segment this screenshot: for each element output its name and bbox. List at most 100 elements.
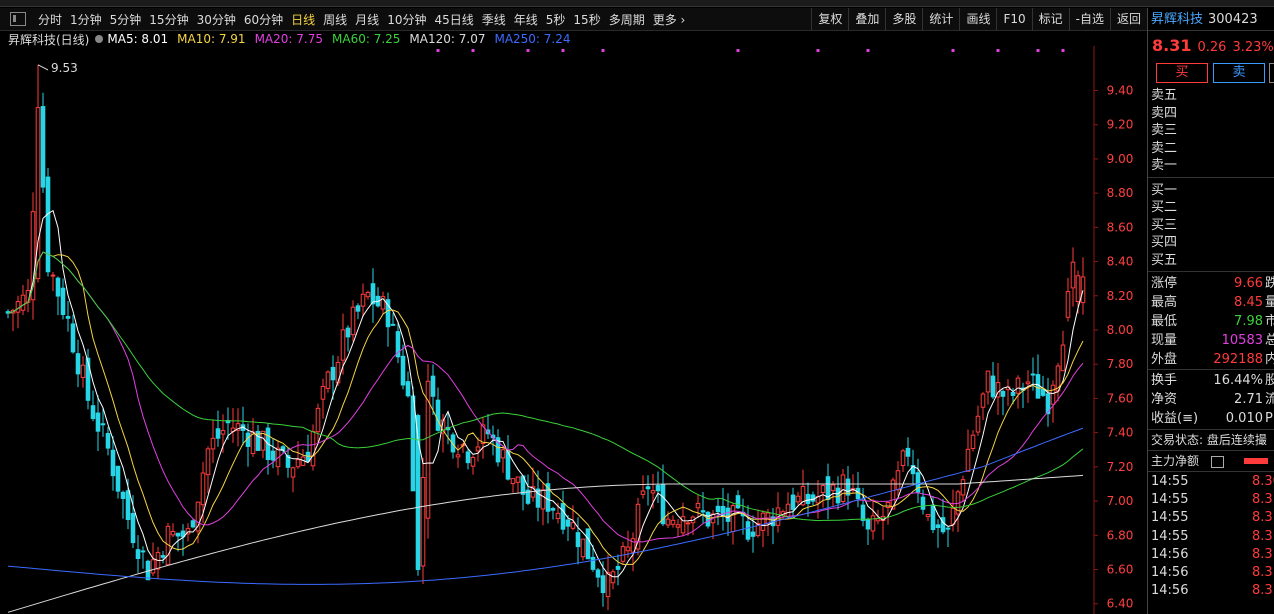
chart-tool-button[interactable]: F10 bbox=[996, 8, 1031, 30]
period-tab[interactable]: 30分钟 bbox=[193, 11, 240, 28]
ma5-line bbox=[7, 209, 1084, 578]
candle-body bbox=[935, 524, 941, 528]
period-tab[interactable]: 10分钟 bbox=[383, 11, 430, 28]
stat-value: 10583 bbox=[1221, 333, 1263, 348]
trade-buttons: 买 卖 bbox=[1148, 61, 1274, 83]
sell-level[interactable]: 卖四 bbox=[1151, 105, 1274, 123]
period-tab[interactable]: 60分钟 bbox=[240, 11, 287, 28]
buy-level[interactable]: 买四 bbox=[1151, 234, 1274, 252]
stock-period-label: 昇辉科技(日线) bbox=[8, 32, 90, 47]
candle-body bbox=[760, 512, 766, 531]
stat-value: 8.45 bbox=[1234, 295, 1263, 310]
event-marker bbox=[816, 49, 820, 52]
tick-price: 8.31 bbox=[1252, 528, 1274, 544]
candle-body bbox=[950, 507, 956, 525]
last-price: 8.31 bbox=[1152, 36, 1192, 55]
chart-tool-button[interactable]: 返回 bbox=[1109, 8, 1147, 30]
y-tick-label: 6.40 bbox=[1107, 597, 1134, 611]
stat-row: 净资 2.71流 bbox=[1148, 390, 1274, 409]
event-marker bbox=[951, 49, 955, 52]
candle-body bbox=[170, 530, 176, 536]
chart-tool-button[interactable]: 复权 bbox=[811, 8, 848, 30]
period-tab[interactable]: 5分钟 bbox=[106, 11, 146, 28]
quote-panel: 昇辉科技 300423 8.31 0.26 3.23% 买 卖 卖五 卖四 卖三 卖二 卖一 … bbox=[1147, 8, 1274, 614]
quote-stats-extra: 换手 16.44%股净资 2.71流收益(≡) 0.010P bbox=[1148, 370, 1274, 430]
candle-body bbox=[1015, 377, 1021, 394]
kline-chart[interactable]: 9.40 9.20 9.00 8.80 8.60 8.40 8.20 8.00 7.80 7.60… bbox=[0, 46, 1147, 614]
chart-tools: 复权 叠加 多股 统计 画线 F10 标记 -自选 返回 bbox=[811, 8, 1147, 30]
candle-body bbox=[960, 479, 966, 496]
sell-level[interactable]: 卖五 bbox=[1151, 87, 1274, 105]
more-trade-button[interactable] bbox=[1269, 63, 1274, 83]
candle-body bbox=[345, 327, 351, 338]
indicator-settings-icon[interactable] bbox=[95, 35, 104, 43]
period-tab[interactable]: 日线 bbox=[287, 11, 319, 28]
candle-body bbox=[1060, 344, 1066, 372]
period-tab[interactable]: 多周期 bbox=[605, 11, 649, 28]
candle-body bbox=[895, 470, 901, 491]
candle-body bbox=[860, 504, 866, 521]
chart-tool-button[interactable]: 多股 bbox=[885, 8, 922, 30]
candle-body bbox=[125, 490, 131, 521]
candle-body bbox=[325, 371, 331, 389]
period-tab[interactable]: 季线 bbox=[478, 11, 510, 28]
chart-tool-button[interactable]: 统计 bbox=[922, 8, 959, 30]
event-marker bbox=[736, 49, 740, 52]
candle-body bbox=[310, 431, 316, 467]
candle-body bbox=[605, 572, 611, 598]
candle-body bbox=[565, 519, 571, 527]
period-tab[interactable]: 5秒 bbox=[542, 11, 570, 28]
chart-tool-button[interactable]: -自选 bbox=[1068, 8, 1110, 30]
candle-body bbox=[500, 449, 506, 459]
y-tick-label: 7.60 bbox=[1107, 391, 1134, 405]
ma-value: MA5: 8.01 bbox=[107, 32, 169, 46]
menu-icon[interactable] bbox=[1211, 456, 1224, 468]
tick-row: 14:56 8.31 bbox=[1148, 582, 1274, 600]
period-tab[interactable]: 年线 bbox=[510, 11, 542, 28]
sell-level[interactable]: 卖一 bbox=[1151, 157, 1274, 175]
event-marker bbox=[471, 49, 475, 52]
sell-level[interactable]: 卖三 bbox=[1151, 122, 1274, 140]
buy-level[interactable]: 买三 bbox=[1151, 217, 1274, 235]
candle-body bbox=[560, 503, 566, 530]
event-marker bbox=[526, 49, 530, 52]
layout-toggle-icon[interactable] bbox=[10, 12, 26, 26]
period-tab[interactable]: 更多 › bbox=[649, 11, 690, 28]
period-tab[interactable]: 分时 bbox=[34, 11, 66, 28]
ma-value: MA120: 7.07 bbox=[409, 32, 486, 46]
chart-tool-button[interactable]: 画线 bbox=[959, 8, 996, 30]
chart-tool-button[interactable]: 标记 bbox=[1031, 8, 1069, 30]
period-tab[interactable]: 1分钟 bbox=[66, 11, 106, 28]
y-tick-label: 9.00 bbox=[1107, 152, 1134, 166]
candle-body bbox=[840, 474, 846, 502]
stat-label: 涨停 bbox=[1151, 276, 1178, 291]
buy-level[interactable]: 买一 bbox=[1151, 182, 1274, 200]
period-tab[interactable]: 月线 bbox=[351, 11, 383, 28]
chart-tool-button[interactable]: 叠加 bbox=[848, 8, 885, 30]
stat-value: 292188 bbox=[1213, 352, 1263, 367]
candle-body bbox=[975, 415, 981, 433]
candle-body bbox=[350, 306, 356, 336]
period-tab[interactable]: 周线 bbox=[319, 11, 351, 28]
buy-level[interactable]: 买二 bbox=[1151, 199, 1274, 217]
candle-body bbox=[175, 532, 181, 537]
sell-button[interactable]: 卖 bbox=[1213, 63, 1265, 83]
period-tab[interactable]: 15分钟 bbox=[145, 11, 192, 28]
candle-body bbox=[435, 399, 441, 431]
candle-body bbox=[715, 505, 721, 513]
sell-level[interactable]: 卖二 bbox=[1151, 140, 1274, 158]
stat-label: 净资 bbox=[1151, 392, 1178, 407]
period-tab[interactable]: 15秒 bbox=[569, 11, 604, 28]
candle-body bbox=[120, 491, 126, 499]
buy-level[interactable]: 买五 bbox=[1151, 252, 1274, 270]
candle-body bbox=[730, 505, 736, 533]
candle-body bbox=[510, 478, 516, 485]
stat-unit: 内 bbox=[1265, 350, 1274, 369]
candle-body bbox=[130, 513, 136, 544]
period-tab[interactable]: 45日线 bbox=[430, 11, 477, 28]
buy-button[interactable]: 买 bbox=[1156, 63, 1208, 83]
candle-body bbox=[805, 493, 811, 505]
tick-time: 14:56 bbox=[1151, 546, 1189, 562]
main-net-label: 主力净额 bbox=[1151, 454, 1200, 468]
candle-body bbox=[550, 508, 556, 511]
